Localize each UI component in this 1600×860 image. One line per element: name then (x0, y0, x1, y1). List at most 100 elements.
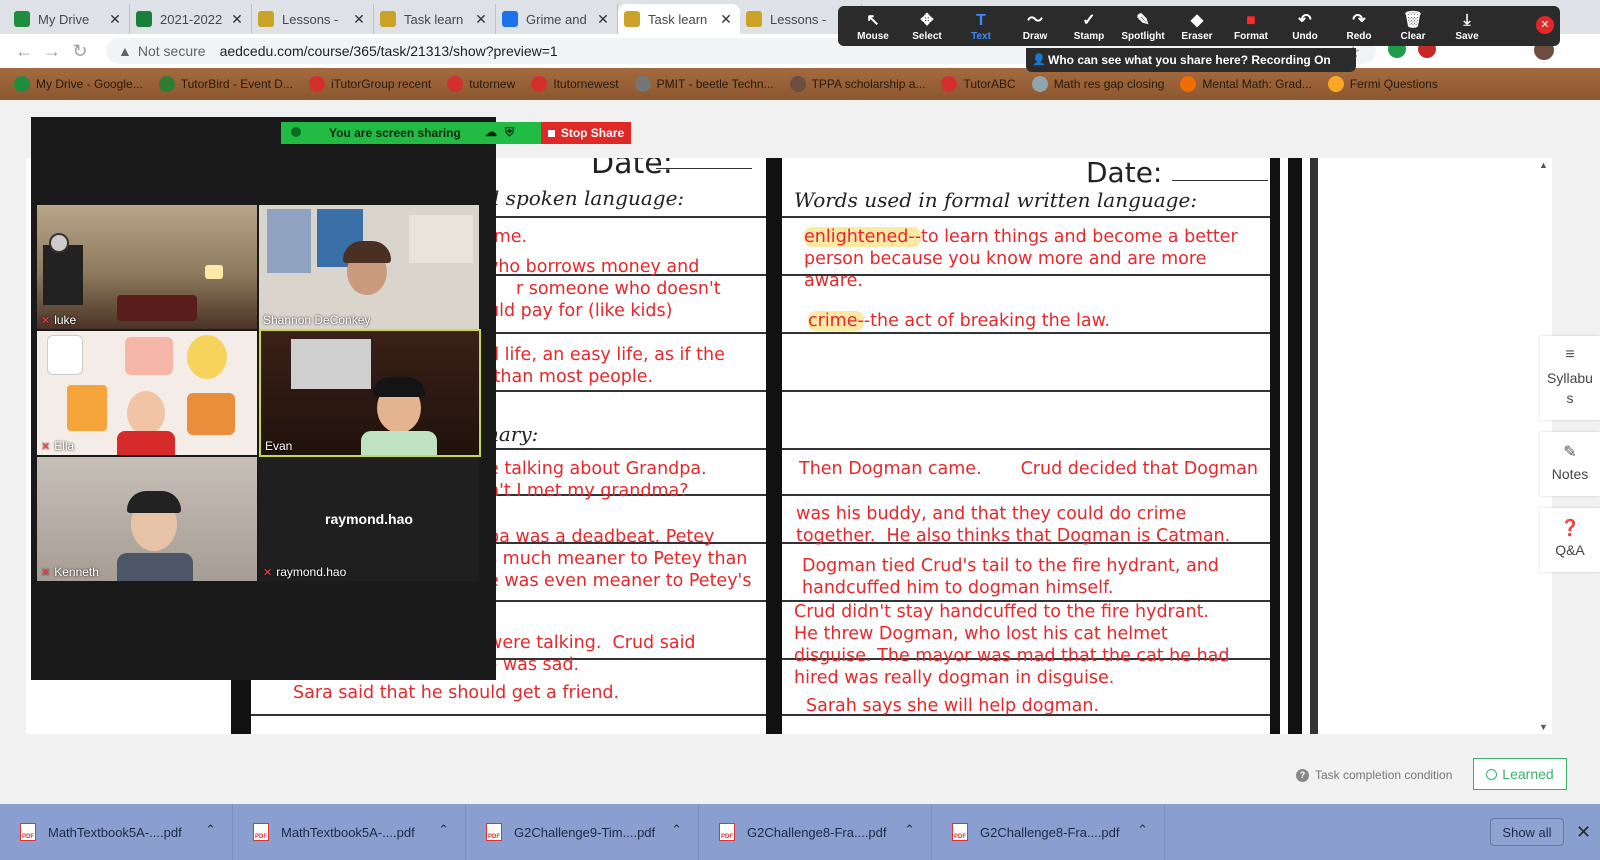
summary-line: was his buddy, and that they could do cr… (796, 504, 1231, 546)
warning-icon[interactable]: ▲ (118, 43, 132, 59)
tool-undo[interactable]: ↶ Undo (1278, 11, 1332, 42)
bookmark-item[interactable]: My Drive - Google... (14, 76, 143, 92)
close-annotation-icon[interactable]: ✕ (1536, 16, 1554, 34)
browser-tab[interactable]: Task learn ✕ (618, 4, 740, 34)
close-tab-icon[interactable]: ✕ (473, 11, 489, 28)
close-tab-icon[interactable]: ✕ (595, 11, 611, 28)
close-downloads-icon[interactable]: ✕ (1576, 822, 1591, 843)
video-tile-kenneth[interactable]: ✕ Kenneth (37, 457, 257, 581)
bookmark-item[interactable]: Itutornewest (531, 76, 619, 92)
video-tile-shannon[interactable]: Shannon DeConkey (259, 205, 479, 329)
notes-line: d life, an easy life, as if the (488, 345, 725, 365)
stop-share-button[interactable]: Stop Share (541, 122, 631, 144)
chevron-up-icon[interactable]: ⌃ (1137, 822, 1148, 838)
video-tile-luke[interactable]: ✕ luke (37, 205, 257, 329)
summary-line: Dogman tied Crud's tail to the fire hydr… (802, 556, 1219, 598)
tool-save[interactable]: ⤓ Save (1440, 11, 1494, 42)
scroll-up-icon[interactable]: ▲ (1539, 160, 1548, 170)
chevron-up-icon[interactable]: ⌃ (205, 822, 216, 838)
browser-tab[interactable]: My Drive ✕ (8, 4, 130, 34)
download-item[interactable]: PDF G2Challenge8-Fra....pdf ⌃ (699, 804, 932, 860)
right-page-edge-outer (1288, 158, 1302, 734)
bookmark-item[interactable]: TutorBird - Event D... (158, 76, 293, 92)
syllabus-button[interactable]: ≡ Syllabus (1540, 336, 1600, 420)
pdf-file-icon: PDF (20, 823, 36, 841)
tool-select[interactable]: ✥ Select (900, 11, 954, 42)
bookmark-item[interactable]: tutornew (447, 76, 515, 92)
bookmark-item[interactable]: PMIT - beetle Techn... (634, 76, 774, 92)
reload-icon[interactable]: ↻ (66, 41, 94, 62)
mic-muted-icon: ✕ (263, 566, 273, 579)
tool-eraser[interactable]: ◆ Eraser (1170, 11, 1224, 42)
qa-button[interactable]: ❓ Q&A (1540, 508, 1600, 572)
summary-line: Then Dogman came. Crud decided that Dogm… (799, 459, 1258, 479)
screen-sharing-bar[interactable]: You are screen sharing ☁ ⛨ (281, 122, 541, 144)
bookmark-icon (158, 76, 175, 92)
close-tab-icon[interactable]: ✕ (107, 11, 123, 28)
download-item[interactable]: PDF G2Challenge9-Tim....pdf ⌃ (466, 804, 699, 860)
menu-icon: ≡ (1565, 346, 1575, 363)
back-icon[interactable]: ← (10, 41, 38, 62)
forward-icon[interactable]: → (38, 41, 66, 62)
shirt (361, 431, 437, 455)
video-tile-ella[interactable]: ✕ Ella (37, 331, 257, 455)
chevron-up-icon[interactable]: ⌃ (671, 822, 682, 838)
text-icon: T (976, 11, 986, 29)
security-status[interactable]: Not secure (138, 43, 206, 59)
close-tab-icon[interactable]: ✕ (351, 11, 367, 28)
annotation-toolbar[interactable]: ↖ Mouse ✥ Select T Text 〜 Draw ✓ Stamp ✎ Spotlight ◆… (838, 6, 1560, 46)
right-page-edge (1270, 158, 1280, 734)
pdf-file-icon: PDF (719, 823, 735, 841)
tool-draw[interactable]: 〜 Draw (1008, 11, 1062, 42)
learned-button[interactable]: Learned (1473, 758, 1567, 790)
notes-line: e talking about Grandpa. (488, 459, 707, 479)
task-completion-condition[interactable]: ? Task completion condition (1296, 768, 1452, 782)
tool-spotlight[interactable]: ✎ Spotlight (1116, 11, 1170, 42)
browser-tab[interactable]: Lessons - ✕ (252, 4, 374, 34)
notes-button[interactable]: ✎ Notes (1540, 432, 1600, 496)
shield-icon: ⛨ (505, 125, 515, 139)
tool-format[interactable]: ■ Format (1224, 11, 1278, 42)
rule (782, 494, 1270, 496)
chevron-up-icon[interactable]: ⌃ (438, 822, 449, 838)
tool-stamp[interactable]: ✓ Stamp (1062, 11, 1116, 42)
bookmark-item[interactable]: TutorABC (941, 76, 1016, 92)
zoom-gallery-panel[interactable]: ✕ luke Shannon DeConkey ✕ Ella Evan ✕ Kenne… (31, 117, 496, 680)
close-tab-icon[interactable]: ✕ (229, 11, 245, 28)
lesson-icon (746, 11, 762, 27)
bookmark-item[interactable]: Fermi Questions (1327, 76, 1438, 92)
participant-name: Evan (265, 439, 293, 453)
download-filename: G2Challenge9-Tim....pdf (514, 824, 656, 840)
download-filename: G2Challenge8-Fra....pdf (980, 824, 1120, 840)
pdf-file-icon: PDF (486, 823, 502, 841)
share-visibility-notice[interactable]: 👤 Who can see what you share here? Recor… (1026, 48, 1356, 72)
download-item[interactable]: PDF G2Challenge8-Fra....pdf ⌃ (932, 804, 1165, 860)
tool-mouse[interactable]: ↖ Mouse (846, 11, 900, 42)
rule (782, 390, 1270, 392)
chevron-up-icon[interactable]: ⌃ (904, 822, 915, 838)
bookmark-item[interactable]: Mental Math: Grad... (1180, 76, 1312, 92)
download-item[interactable]: PDF MathTextbook5A-....pdf ⌃ (233, 804, 466, 860)
scroll-down-icon[interactable]: ▼ (1539, 722, 1548, 732)
bookmark-item[interactable]: Math res gap closing (1031, 76, 1164, 92)
person-icon: 👤 (1032, 54, 1046, 66)
download-item[interactable]: PDF MathTextbook5A-....pdf ⌃ (0, 804, 233, 860)
browser-tab[interactable]: 2021-2022 ✕ (130, 4, 252, 34)
video-tile-raymond[interactable]: raymond.hao ✕ raymond.hao (259, 457, 479, 581)
tool-text[interactable]: T Text (954, 11, 1008, 42)
tool-redo[interactable]: ↷ Redo (1332, 11, 1386, 42)
rule (782, 448, 1270, 450)
bookmark-item[interactable]: iTutorGroup recent (308, 76, 431, 92)
tool-clear[interactable]: 🗑 Clear (1386, 11, 1440, 42)
browser-tab[interactable]: Grime and ✕ (496, 4, 618, 34)
sofa (117, 295, 197, 321)
bookmark-item[interactable]: TPPA scholarship a... (789, 76, 925, 92)
notes-line: than most people. (488, 367, 654, 387)
url-text[interactable]: aedcedu.com/course/365/task/21313/show?p… (220, 43, 558, 59)
bookmark-label: TutorBird - Event D... (180, 77, 293, 91)
close-tab-icon[interactable]: ✕ (718, 11, 734, 28)
show-all-downloads-button[interactable]: Show all (1490, 818, 1564, 846)
video-tile-evan[interactable]: Evan (259, 329, 481, 457)
browser-tab[interactable]: Task learn ✕ (374, 4, 496, 34)
notes-line: Sara said that he should get a friend. (293, 683, 620, 703)
